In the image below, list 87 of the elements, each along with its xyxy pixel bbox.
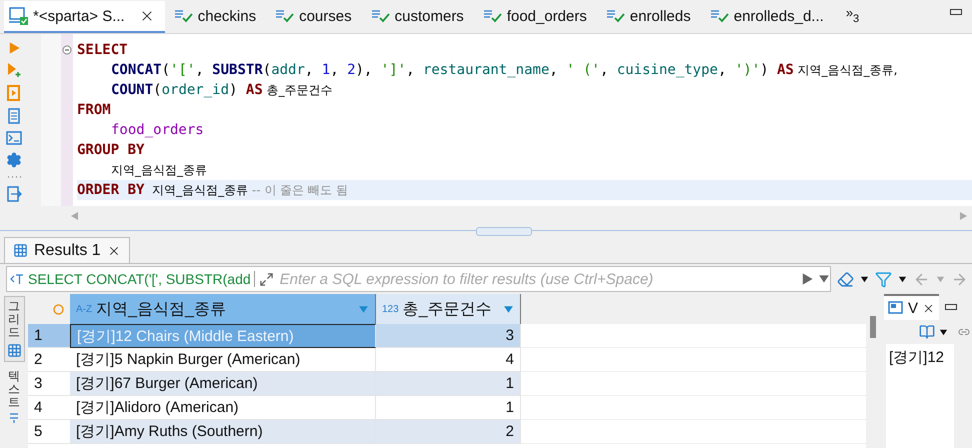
view-tab[interactable]: 그리드 [4,296,24,362]
terminal-icon[interactable] [6,131,22,145]
editor-tab[interactable]: enrolleds [600,1,701,33]
code-line: FROM [77,101,112,120]
grid-icon [13,243,28,258]
minimize-icon[interactable] [945,304,958,310]
filter-icon[interactable] [875,270,892,288]
caret-icon[interactable] [860,274,869,284]
document-icon[interactable] [6,108,22,124]
caret-icon[interactable] [898,274,907,284]
editor-tab[interactable]: *<sparta> S... [4,1,165,33]
caret-icon[interactable] [939,328,948,336]
tab-label: 텍스트 [8,370,20,410]
settings-icon[interactable] [6,152,22,168]
table-cell[interactable]: 4 [376,348,521,372]
editor-tab[interactable]: enrolleds_d... [704,1,834,33]
code-line: food_orders [110,121,205,140]
tab-label: V [908,300,918,316]
sql-text-icon [10,273,24,285]
table-check-icon [710,9,730,23]
table-cell[interactable]: 2 [376,420,521,444]
monitor-check-icon [9,7,29,25]
code-line: CONCAT('[', SUBSTR(addr, 1, 2), ']', restaurant_name, ' (', cuisine_type, ')') AS 지역_음식점_종류, [110,61,898,80]
type-label: A-Z [76,304,92,314]
tab-label: 그리드 [8,300,20,340]
column-name: 지역_음식점_종류 [96,300,227,320]
panel-icon [888,301,904,315]
text-lines-icon [8,412,20,424]
query-text: SELECT CONCAT('[', SUBSTR(add [28,271,255,287]
code-line: 지역_음식점_종류 [110,162,208,179]
table-check-icon [482,9,503,23]
tab-label: Results 1 [34,242,101,260]
table-check-icon [275,9,296,23]
minimize-icon[interactable] [950,9,962,15]
table-cell[interactable]: [경기]67 Burger (American) [70,372,376,396]
tab-label: courses [299,8,352,24]
table-check-icon [606,9,626,23]
play-plus-icon[interactable] [6,62,22,78]
tab-label: enrolleds [630,8,691,24]
value-panel-tab[interactable]: V [884,294,940,320]
code-line: GROUP BY [77,141,146,160]
tab-label: *<sparta> S... [33,8,125,24]
type-label: 123 [382,304,399,314]
row-number[interactable]: 1 [28,324,70,348]
scroll-left-icon[interactable] [70,211,80,221]
table-cell[interactable]: [경기]5 Napkin Burger (American) [70,348,376,372]
value-text: [경기]12 [886,344,954,448]
grid-icon [6,342,22,358]
expand-icon[interactable] [258,272,274,286]
table-cell[interactable]: 1 [376,396,521,420]
panel-splitter-handle[interactable] [476,227,532,236]
editor-tab[interactable]: checkins [168,1,266,33]
tab-label: enrolleds_d... [734,8,824,24]
filter-field[interactable]: Enter a SQL expression to filter results (use Ctrl+Space) [278,270,796,288]
editor-tab[interactable]: courses [270,1,362,33]
play-icon[interactable] [7,41,21,55]
table-check-icon [370,9,391,23]
code-line: COUNT(order_id) AS 총_주문건수 [110,81,334,100]
filter-box[interactable]: SELECT CONCAT('[', SUBSTR(add Enter a SQL expression to filter results (use Ctrl+Space) [6,266,831,292]
tab-label: food_orders [506,8,587,24]
editor-tab[interactable]: customers [366,1,474,33]
script-icon[interactable] [6,85,22,101]
column-name: 총_주문건수 [402,300,493,320]
editor-tab[interactable]: food_orders [478,1,597,33]
table-cell[interactable]: 1 [376,372,521,396]
tab-label: checkins [198,8,256,24]
table-cell[interactable]: [경기]Amy Ruths (Southern) [70,420,376,444]
results-tab[interactable]: Results 1 [4,237,130,263]
link-icon[interactable] [958,326,970,338]
history-dropdown-icon[interactable] [818,273,830,285]
scrollbar-thumb[interactable] [870,316,876,338]
column-header[interactable]: 123 총_주문건수 [376,294,521,325]
export-icon[interactable] [6,186,22,202]
eraser-icon[interactable] [837,270,854,288]
book-icon[interactable] [919,324,935,340]
code-line: SELECT [77,41,129,60]
collapse-icon[interactable] [62,45,72,55]
table-cell[interactable]: 3 [376,324,521,348]
scroll-right-icon[interactable] [958,211,968,221]
view-tab[interactable]: 텍스트 [5,366,23,428]
table-check-icon [174,9,194,23]
column-header[interactable]: A-Z 지역_음식점_종류 [70,294,376,325]
run-filter-icon[interactable] [800,272,814,286]
table-cell[interactable]: [경기]Alidoro (American) [70,396,376,420]
sort-icon[interactable] [503,304,514,314]
tab-label: customers [394,8,464,24]
circle-icon [53,304,64,314]
